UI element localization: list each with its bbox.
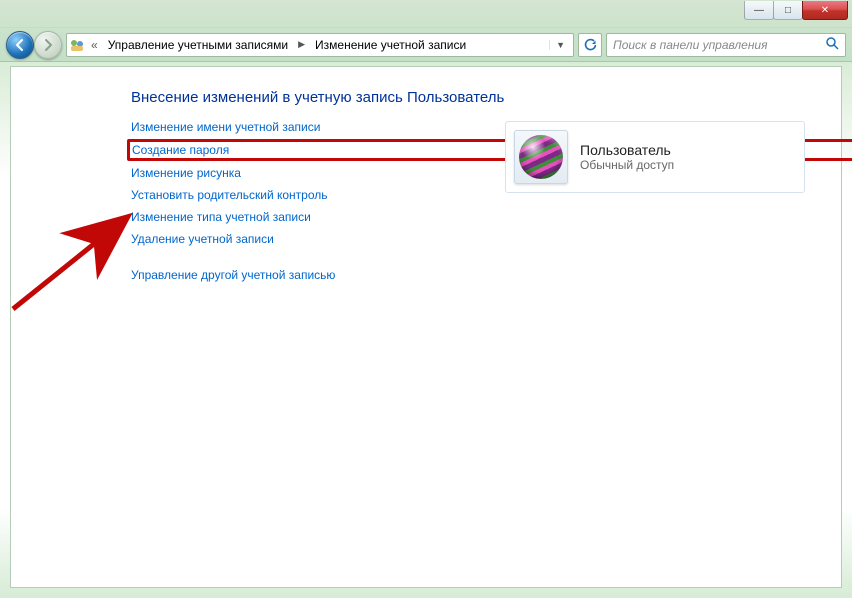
link-change-type[interactable]: Изменение типа учетной записи	[131, 210, 311, 224]
arrow-left-icon	[13, 38, 27, 52]
search-input[interactable]: Поиск в панели управления	[606, 33, 846, 57]
link-change-picture[interactable]: Изменение рисунка	[131, 166, 241, 180]
window-titlebar: — □ ✕	[0, 0, 852, 28]
chevron-right-icon[interactable]: ▶	[296, 39, 307, 50]
maximize-button[interactable]: □	[773, 1, 803, 20]
nav-forward-button[interactable]	[34, 31, 62, 59]
search-placeholder: Поиск в панели управления	[613, 38, 768, 52]
search-icon	[825, 36, 839, 53]
breadcrumb-item[interactable]: Изменение учетной записи	[311, 38, 470, 52]
close-icon: ✕	[821, 5, 829, 16]
refresh-button[interactable]	[578, 33, 602, 57]
close-button[interactable]: ✕	[802, 1, 848, 20]
arrow-right-icon	[41, 38, 55, 52]
link-parental-controls[interactable]: Установить родительский контроль	[131, 188, 328, 202]
breadcrumb-overflow[interactable]: «	[89, 38, 100, 52]
breadcrumb-item[interactable]: Управление учетными записями	[104, 38, 292, 52]
address-bar[interactable]: « Управление учетными записями ▶ Изменен…	[66, 33, 574, 57]
user-name: Пользователь	[580, 142, 674, 158]
user-role: Обычный доступ	[580, 158, 674, 172]
link-change-name[interactable]: Изменение имени учетной записи	[131, 120, 320, 134]
navigation-bar: « Управление учетными записями ▶ Изменен…	[0, 28, 852, 62]
content-panel: Внесение изменений в учетную запись Поль…	[10, 66, 842, 588]
minimize-icon: —	[754, 5, 764, 16]
link-create-password[interactable]: Создание пароля	[132, 143, 229, 157]
link-delete-account[interactable]: Удаление учетной записи	[131, 232, 274, 246]
nav-back-button[interactable]	[6, 31, 34, 59]
user-account-card[interactable]: Пользователь Обычный доступ	[505, 121, 805, 193]
link-manage-other[interactable]: Управление другой учетной записью	[131, 268, 335, 282]
maximize-icon: □	[785, 5, 791, 16]
window-controls: — □ ✕	[745, 1, 848, 20]
avatar-frame	[514, 130, 568, 184]
page-title: Внесение изменений в учетную запись Поль…	[131, 89, 819, 106]
user-meta: Пользователь Обычный доступ	[580, 142, 674, 172]
nav-arrows	[6, 31, 62, 59]
refresh-icon	[583, 38, 597, 52]
user-accounts-icon	[69, 37, 85, 53]
avatar-icon	[519, 135, 563, 179]
address-dropdown[interactable]: ▼	[549, 40, 571, 50]
minimize-button[interactable]: —	[744, 1, 774, 20]
